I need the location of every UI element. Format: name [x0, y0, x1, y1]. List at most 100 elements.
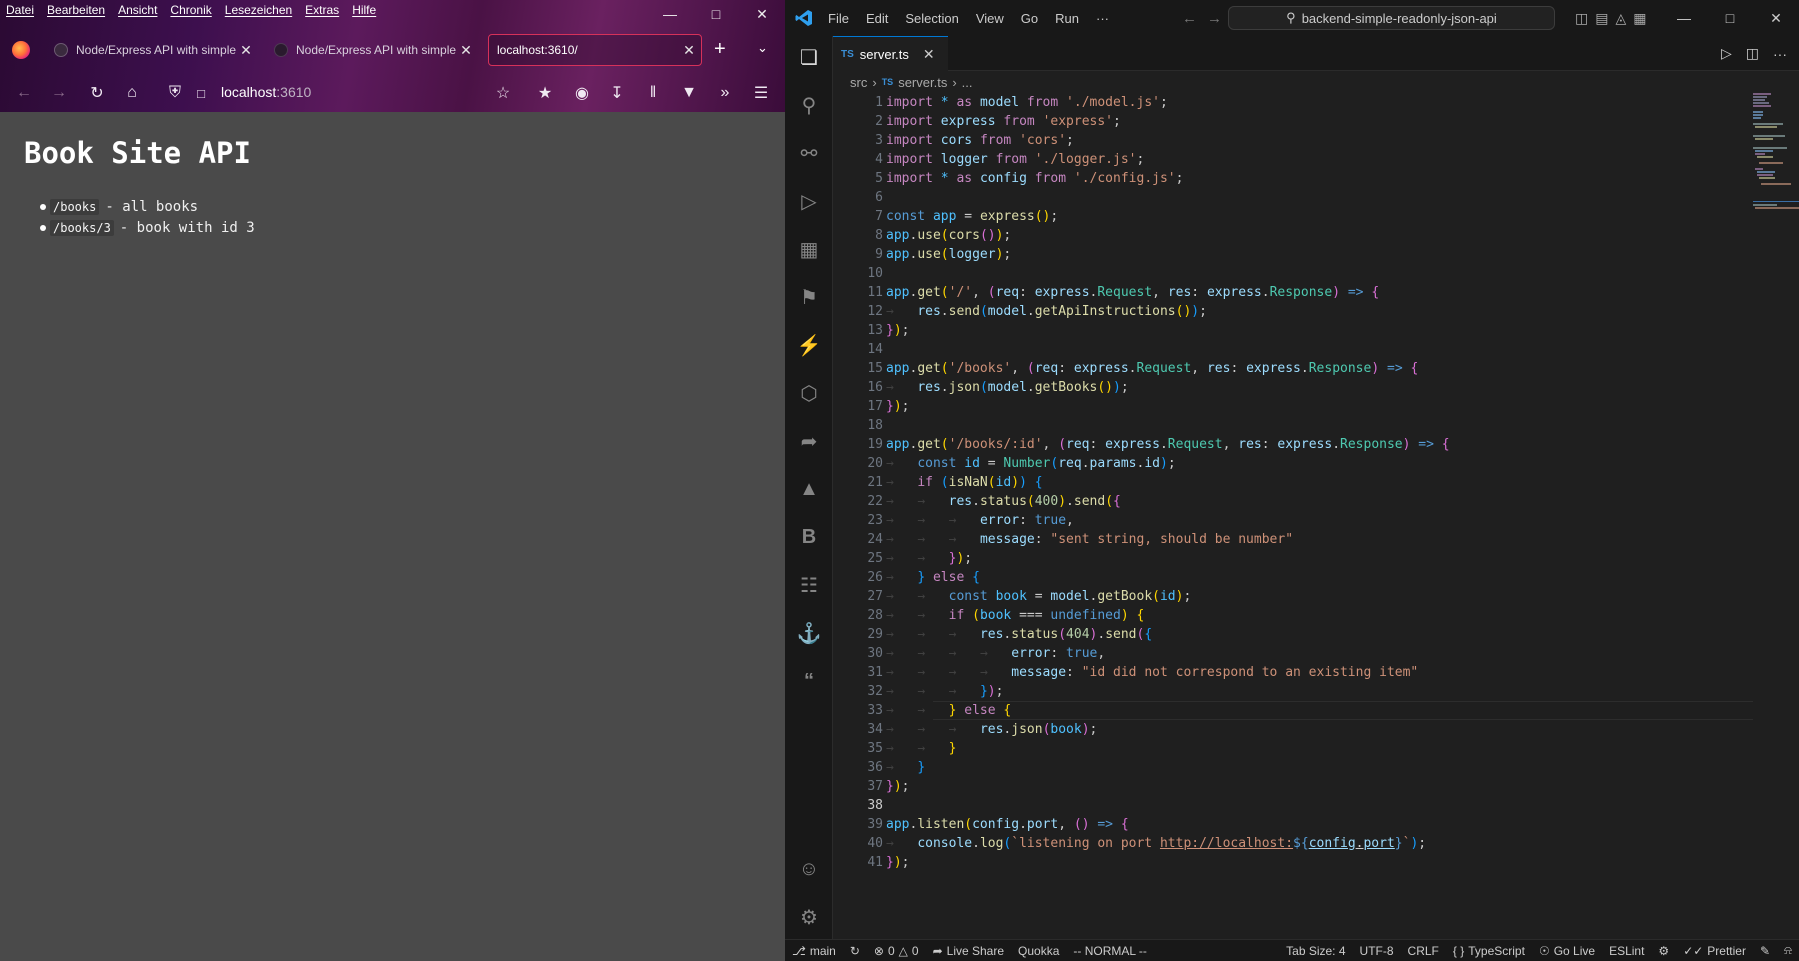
toggle-secondary-sidebar-icon[interactable]: ◬ — [1615, 10, 1626, 27]
azure-icon[interactable]: ▲ — [794, 474, 824, 504]
quote-icon[interactable]: “ — [794, 666, 824, 696]
minimize-button[interactable]: — — [1661, 0, 1707, 36]
remote-explorer-icon[interactable]: ➦ — [794, 426, 824, 456]
back-icon[interactable]: ← — [13, 82, 35, 104]
extension-icon[interactable]: ▼ — [678, 82, 700, 104]
editor-actions: ▷ ◫ ··· — [1721, 36, 1787, 71]
go-forward-icon[interactable]: → — [1207, 10, 1222, 27]
overflow-menu-icon[interactable]: » — [714, 82, 736, 104]
prettier-status[interactable]: ✓✓ Prettier — [1676, 944, 1753, 958]
close-window-button[interactable]: ✕ — [739, 0, 785, 28]
firefox-logo-icon[interactable] — [12, 41, 30, 59]
live-share-status[interactable]: ➦ Live Share — [926, 944, 1011, 958]
testing-icon[interactable]: ⬡ — [794, 378, 824, 408]
tab-close-icon[interactable]: ✕ — [456, 42, 476, 59]
code-line: 41}); — [833, 853, 1753, 872]
close-window-button[interactable]: ✕ — [1753, 0, 1799, 36]
go-live-status[interactable]: ☉ Go Live — [1532, 944, 1602, 958]
more-actions-icon[interactable]: ··· — [1773, 46, 1787, 62]
pocket-icon[interactable]: ◉ — [571, 82, 593, 104]
maximize-button[interactable]: □ — [693, 0, 739, 28]
reload-icon[interactable]: ↻ — [86, 82, 108, 104]
menu-file[interactable]: File — [828, 11, 849, 26]
language-status[interactable]: { } TypeScript — [1446, 944, 1532, 958]
menu-edit[interactable]: Edit — [866, 11, 888, 26]
tab-close-icon[interactable]: ✕ — [679, 42, 699, 59]
bookmarks-toolbar-icon[interactable]: ★ — [534, 82, 556, 104]
menu-datei[interactable]: Datei — [6, 3, 34, 17]
explorer-icon[interactable]: ❏ — [794, 42, 824, 72]
maximize-button[interactable]: □ — [1707, 0, 1753, 36]
menu-go[interactable]: Go — [1021, 11, 1038, 26]
run-file-icon[interactable]: ▷ — [1721, 45, 1732, 62]
toggle-sidebar-icon[interactable]: ◫ — [1575, 10, 1588, 27]
shield-icon[interactable]: ⛨ — [164, 82, 186, 104]
split-editor-icon[interactable]: ◫ — [1746, 45, 1759, 62]
browser-tab[interactable]: Node/Express API with simple ✕ — [264, 34, 479, 66]
anchor-icon[interactable]: ⚓ — [794, 618, 824, 648]
accounts-icon[interactable]: ☺ — [794, 854, 824, 884]
browser-tab[interactable]: Node/Express API with simple ✕ — [44, 34, 259, 66]
notebook-icon[interactable]: ☷ — [794, 570, 824, 600]
menu-selection[interactable]: Selection — [905, 11, 958, 26]
code-editor[interactable]: 1 import * as model from './model.js'; 2i… — [833, 93, 1753, 939]
extensions-icon[interactable]: ▦ — [794, 234, 824, 264]
settings-gear-icon[interactable]: ⚙ — [794, 902, 824, 932]
library-icon[interactable]: ‖ — [642, 82, 664, 104]
line-number: 14 — [867, 342, 883, 357]
endpoint-path: /books/3 — [50, 219, 114, 236]
minimap[interactable] — [1753, 93, 1799, 939]
feedback-status[interactable]: ✎ — [1753, 944, 1777, 958]
branch-status[interactable]: ⎇ main — [785, 944, 843, 958]
line-number: 2 — [875, 114, 883, 129]
menu-view[interactable]: View — [976, 11, 1004, 26]
command-center-search[interactable]: ⚲ backend-simple-readonly-json-api — [1228, 6, 1555, 30]
menu-run[interactable]: Run — [1055, 11, 1079, 26]
tab-close-icon[interactable]: ✕ — [236, 42, 256, 59]
encoding-status[interactable]: UTF-8 — [1353, 944, 1401, 958]
source-control-icon[interactable]: ⚯ — [794, 138, 824, 168]
menu-extras[interactable]: Extras — [305, 3, 339, 17]
eslint-status[interactable]: ESLint — [1602, 944, 1651, 958]
firefox-menubar: Datei Bearbeiten Ansicht Chronik Lesezei… — [0, 0, 376, 20]
toggle-panel-icon[interactable]: ▤ — [1595, 10, 1608, 27]
sync-status[interactable]: ↻ — [843, 944, 867, 958]
notifications-status[interactable]: ⍾ — [1777, 943, 1799, 958]
eol-status[interactable]: CRLF — [1401, 944, 1446, 958]
code-line: 18 — [833, 416, 1753, 435]
problems-status[interactable]: ⊗ 0 △ 0 — [867, 944, 926, 958]
bookmark-star-icon[interactable]: ☆ — [492, 82, 514, 104]
bookmark-icon[interactable]: ⚑ — [794, 282, 824, 312]
run-debug-icon[interactable]: ▷ — [794, 186, 824, 216]
forward-icon[interactable]: → — [48, 82, 70, 104]
new-tab-icon[interactable]: + — [714, 38, 726, 61]
browser-tab-active[interactable]: localhost:3610/ ✕ — [488, 34, 702, 66]
tab-close-icon[interactable]: ✕ — [923, 46, 935, 63]
settings-sync-status[interactable]: ⚙ — [1651, 944, 1676, 958]
quokka-status[interactable]: Quokka — [1011, 944, 1066, 958]
url-bar[interactable]: localhost:3610 — [221, 84, 311, 100]
go-back-icon[interactable]: ← — [1182, 10, 1197, 27]
bootstrap-icon[interactable]: B — [794, 522, 824, 552]
breadcrumb-folder[interactable]: src — [850, 75, 867, 90]
menu-bearbeiten[interactable]: Bearbeiten — [47, 3, 105, 17]
menu-more[interactable]: ··· — [1096, 11, 1109, 26]
customize-layout-icon[interactable]: ▦ — [1633, 10, 1646, 27]
menu-hilfe[interactable]: Hilfe — [352, 3, 376, 17]
list-all-tabs-icon[interactable]: ⌄ — [757, 40, 768, 56]
hamburger-menu-icon[interactable]: ☰ — [750, 82, 772, 104]
menu-chronik[interactable]: Chronik — [170, 3, 211, 17]
editor-tab-server-ts[interactable]: TS server.ts ✕ — [833, 36, 948, 71]
status-bar: ⎇ main ↻ ⊗ 0 △ 0 ➦ Live Share Quokka -- … — [785, 939, 1799, 961]
menu-ansicht[interactable]: Ansicht — [118, 3, 157, 17]
tab-size-status[interactable]: Tab Size: 4 — [1279, 944, 1352, 958]
home-icon[interactable]: ⌂ — [121, 82, 143, 104]
menu-lesezeichen[interactable]: Lesezeichen — [225, 3, 292, 17]
code-line: 11 app.get('/', (req: express.Request, re… — [833, 283, 1753, 302]
breadcrumb-symbol[interactable]: ... — [962, 75, 973, 90]
breadcrumb-file[interactable]: server.ts — [898, 75, 947, 90]
minimize-button[interactable]: — — [647, 0, 693, 28]
downloads-icon[interactable]: ↧ — [606, 82, 628, 104]
thunder-client-icon[interactable]: ⚡ — [794, 330, 824, 360]
search-icon[interactable]: ⚲ — [794, 90, 824, 120]
